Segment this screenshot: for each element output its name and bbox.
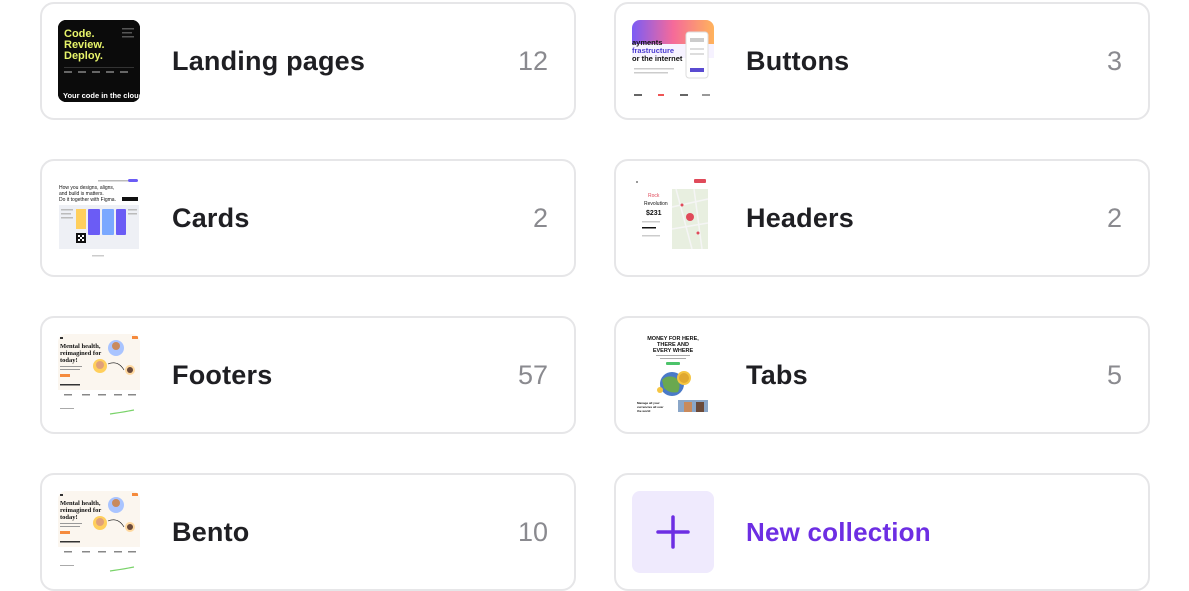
collection-card-landing-pages[interactable]: Code. Review. Deploy. Your code in the c… [40, 2, 576, 120]
thumb-text: today! [60, 357, 78, 364]
collection-card-cards[interactable]: How you designs, aligns, and build is ma… [40, 159, 576, 277]
collection-thumbnail: Mental health, reimagined for today! [58, 491, 140, 573]
collection-count: 2 [532, 202, 548, 233]
svg-text:the world: the world [637, 409, 651, 413]
collection-thumbnail: Rock Revolution $231 [632, 177, 714, 259]
new-collection-label: New collection [746, 516, 931, 547]
thumb-text: Mental health, [60, 500, 101, 507]
collection-title: Buttons [746, 45, 850, 76]
collection-count: 57 [517, 359, 548, 390]
thumb-text: Do it together with Figma. [59, 197, 116, 203]
collection-card-bento[interactable]: Mental health, reimagined for today! Ben… [40, 473, 576, 591]
collection-title: Headers [746, 202, 854, 233]
collection-thumbnail: MONEY FOR HERE, THERE AND EVERY WHERE Ma… [632, 334, 714, 416]
collection-title: Cards [172, 202, 250, 233]
new-collection-button[interactable]: New collection [614, 473, 1150, 591]
collection-thumbnail: How you designs, aligns, and build is ma… [58, 177, 140, 259]
thumb-text: reimagined for [60, 507, 101, 514]
collection-title: Footers [172, 359, 273, 390]
collection-thumbnail: Code. Review. Deploy. Your code in the c… [58, 20, 140, 102]
collection-card-tabs[interactable]: MONEY FOR HERE, THERE AND EVERY WHERE Ma… [614, 316, 1150, 434]
collection-card-buttons[interactable]: ayments frastructure or the internet But… [614, 2, 1150, 120]
collection-thumbnail: Mental health, reimagined for today! [58, 334, 140, 416]
plus-icon [632, 491, 714, 573]
collection-thumbnail: ayments frastructure or the internet [632, 20, 714, 102]
thumb-text: reimagined for [60, 350, 101, 357]
thumb-text: Revolution [644, 201, 668, 207]
collection-count: 3 [1106, 45, 1122, 76]
thumb-text: Deploy. [64, 50, 103, 62]
thumb-text: or the internet [632, 54, 683, 63]
collection-title: Tabs [746, 359, 808, 390]
collection-count: 12 [517, 45, 548, 76]
collection-card-footers[interactable]: Mental health, reimagined for today! Foo… [40, 316, 576, 434]
collection-count: 10 [517, 516, 548, 547]
collections-grid: Code. Review. Deploy. Your code in the c… [40, 2, 1150, 591]
thumb-caption: Your code in the cloud [63, 91, 140, 100]
thumb-text: Mental health, [60, 343, 101, 350]
collection-card-headers[interactable]: Rock Revolution $231 Headers 2 [614, 159, 1150, 277]
collection-title: Landing pages [172, 45, 366, 76]
collection-count: 5 [1106, 359, 1122, 390]
thumb-text: EVERY WHERE [653, 348, 694, 354]
collection-count: 2 [1106, 202, 1122, 233]
thumb-text: today! [60, 514, 78, 521]
thumb-text: $231 [646, 210, 662, 217]
thumb-text: Rock [648, 193, 660, 199]
collection-title: Bento [172, 516, 250, 547]
